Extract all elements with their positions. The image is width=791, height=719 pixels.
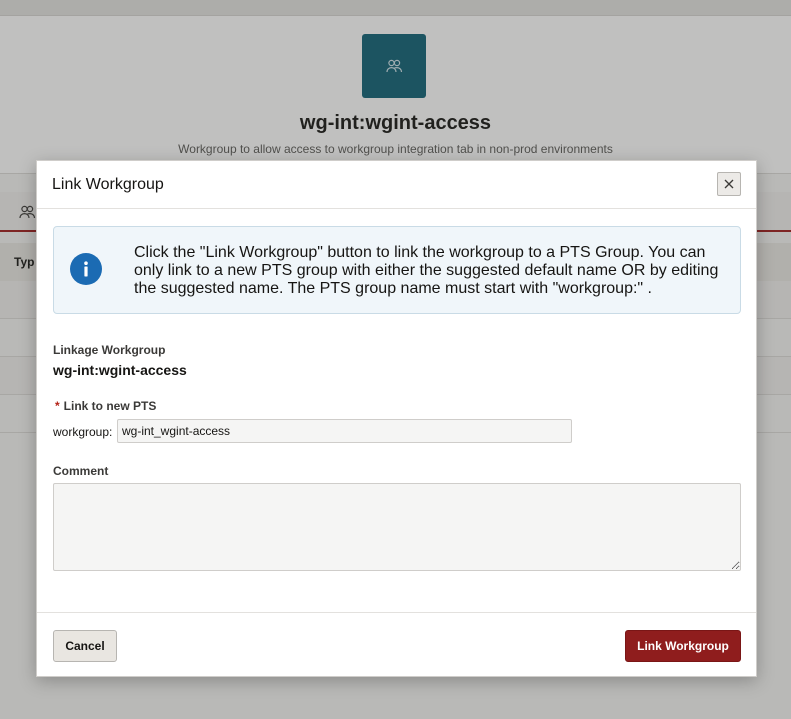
info-icon <box>70 253 102 285</box>
dialog-title: Link Workgroup <box>52 176 164 193</box>
linkage-workgroup-value: wg-int:wgint-access <box>53 362 187 378</box>
pts-field-label: * Link to new PTS <box>55 399 156 413</box>
pts-prefix: workgroup: <box>53 425 113 439</box>
cancel-button[interactable]: Cancel <box>53 630 117 662</box>
dialog-header: Link Workgroup <box>37 161 756 209</box>
comment-textarea[interactable] <box>53 483 741 571</box>
info-message: Click the "Link Workgroup" button to lin… <box>53 226 741 314</box>
comment-label: Comment <box>53 464 109 478</box>
link-workgroup-dialog: Link Workgroup Click the "Link Workgroup… <box>36 160 757 677</box>
link-workgroup-button[interactable]: Link Workgroup <box>625 630 741 662</box>
info-text: Click the "Link Workgroup" button to lin… <box>134 244 719 297</box>
required-marker: * <box>55 399 60 413</box>
dialog-footer: Cancel Link Workgroup <box>37 612 756 676</box>
close-icon <box>724 179 734 189</box>
close-button[interactable] <box>717 172 741 196</box>
pts-name-input[interactable] <box>117 419 572 443</box>
pts-label-text: Link to new PTS <box>63 399 157 413</box>
linkage-workgroup-label: Linkage Workgroup <box>53 343 166 357</box>
